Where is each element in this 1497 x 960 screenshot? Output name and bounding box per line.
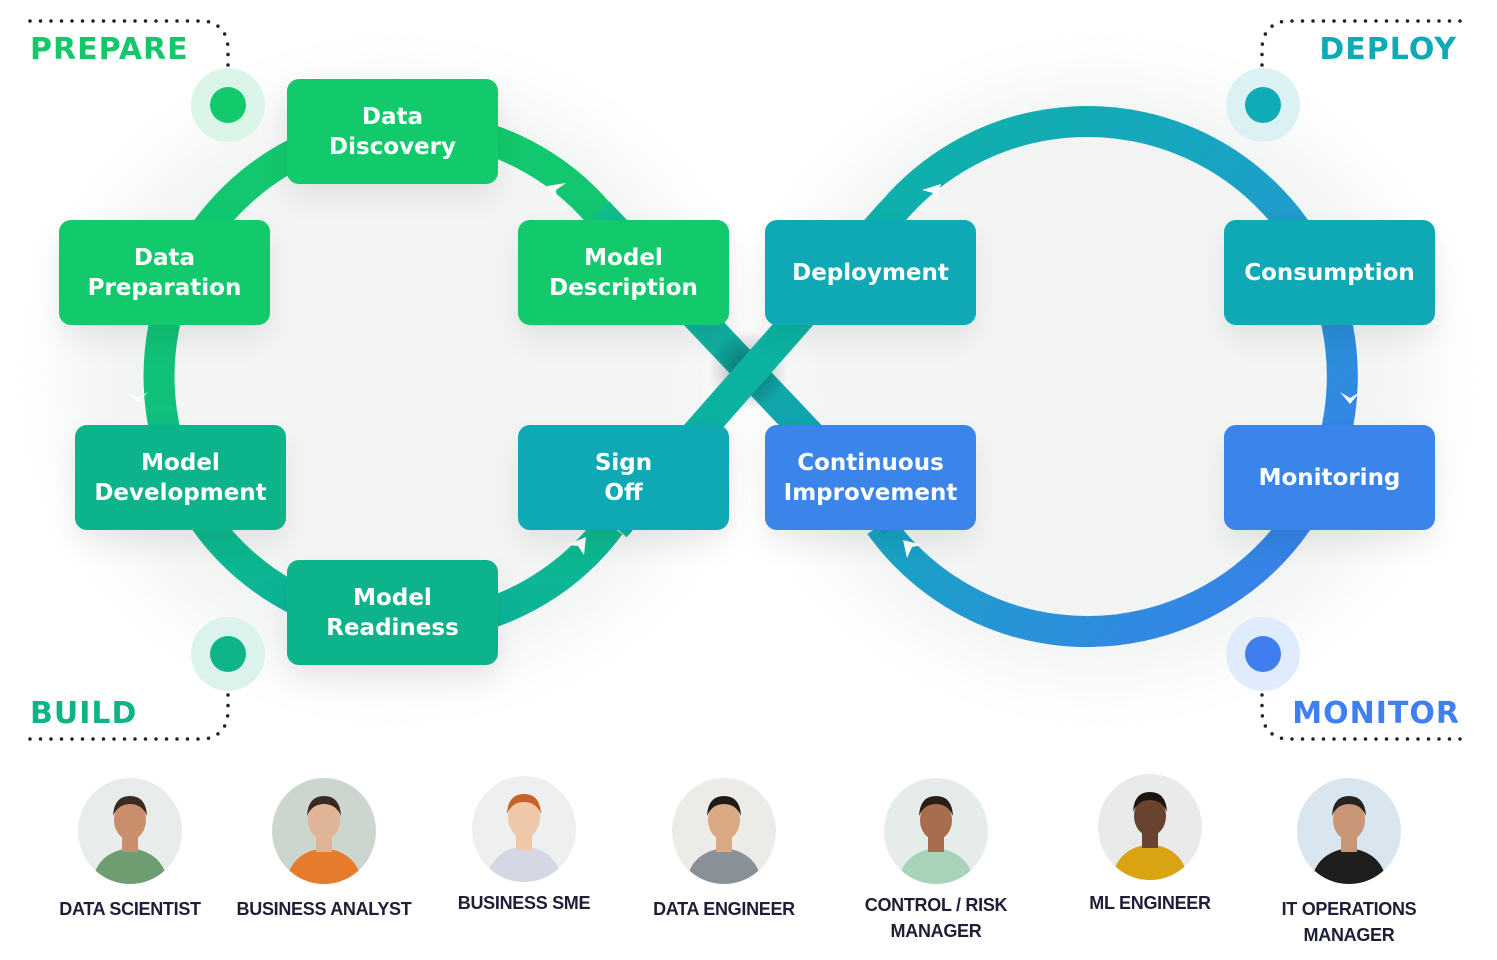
avatar [884,778,988,884]
stage-sign-off[interactable]: Sign Off [518,425,729,530]
stage-label-line: Improvement [783,479,958,506]
stage-model-readiness[interactable]: Model Readiness [287,560,498,665]
stage-monitoring[interactable]: Monitoring [1224,425,1435,530]
persona-title-line: BUSINESS SME [457,893,591,913]
persona-data-scientist: DATA SCIENTIST [30,778,230,922]
avatar [78,778,182,884]
avatar-photo [272,778,376,884]
persona-title-line: DATA SCIENTIST [59,899,201,919]
persona-title-line: IT OPERATIONS [1281,899,1417,919]
stage-label-line: Readiness [326,614,459,641]
phase-label-prepare: PREPARE [30,32,189,67]
persona-title-line: CONTROL / RISK [864,895,1008,915]
avatar-photo [672,778,776,884]
persona-it-operations-manager: IT OPERATIONS MANAGER [1249,778,1449,948]
stage-label-line: Consumption [1244,259,1415,286]
phase-label-monitor: MONITOR [1292,696,1460,731]
persona-title: ML ENGINEER [1050,890,1250,916]
stage-label-line: Sign [594,449,653,476]
avatar [1297,778,1401,884]
persona-title: DATA SCIENTIST [30,896,230,922]
persona-title: DATA ENGINEER [624,896,824,922]
persona-title-line: MANAGER [890,921,982,941]
stage-label-line: Off [604,479,643,506]
persona-control-risk-manager: CONTROL / RISK MANAGER [836,778,1036,944]
phase-marker-prepare [191,68,265,142]
persona-title: CONTROL / RISK MANAGER [836,892,1036,944]
avatar [672,778,776,884]
persona-business-analyst: BUSINESS ANALYST [224,778,424,922]
stage-model-description[interactable]: Model Description [518,220,729,325]
avatar-photo [1098,774,1202,880]
mlops-lifecycle-diagram [28,19,1462,741]
stage-label-line: Description [549,274,698,301]
persona-title-line: DATA ENGINEER [653,899,795,919]
persona-business-sme: BUSINESS SME [424,776,624,916]
stage-label-line: Continuous [797,449,944,476]
stage-label-line: Data [361,103,424,130]
phase-marker-deploy [1226,68,1300,142]
stage-consumption[interactable]: Consumption [1224,220,1435,325]
stage-label-line: Data [133,244,196,271]
phase-label-deploy: DEPLOY [1319,32,1457,67]
stage-label-line: Model [353,584,432,611]
stage-label-line: Development [94,479,267,506]
stage-label-line: Model [584,244,663,271]
persona-title: BUSINESS SME [424,890,624,916]
avatar-photo [1297,778,1401,884]
avatar [472,776,576,882]
stage-deployment[interactable]: Deployment [765,220,976,325]
phase-marker-build [191,617,265,691]
phase-label-build: BUILD [30,696,138,731]
persona-title-line: ML ENGINEER [1089,893,1211,913]
stage-model-development[interactable]: Model Development [75,425,286,530]
persona-title-line: BUSINESS ANALYST [236,899,412,919]
stage-label-line: Preparation [87,274,242,301]
stage-data-preparation[interactable]: Data Preparation [59,220,270,325]
avatar-photo [884,778,988,884]
phase-marker-monitor [1226,617,1300,691]
avatar-photo [78,778,182,884]
stage-label-line: Model [141,449,220,476]
persona-ml-engineer: ML ENGINEER [1050,774,1250,916]
stage-label-line: Deployment [792,259,949,286]
avatar [1098,774,1202,880]
avatar [272,778,376,884]
persona-title-line: MANAGER [1303,925,1395,945]
stage-label-line: Monitoring [1258,464,1401,491]
persona-title: BUSINESS ANALYST [224,896,424,922]
persona-data-engineer: DATA ENGINEER [624,778,824,922]
stage-data-discovery[interactable]: Data Discovery [287,79,498,184]
stage-continuous-improvement[interactable]: Continuous Improvement [765,425,976,530]
stage-label-line: Discovery [328,133,457,160]
avatar-photo [472,776,576,882]
persona-title: IT OPERATIONS MANAGER [1249,896,1449,948]
